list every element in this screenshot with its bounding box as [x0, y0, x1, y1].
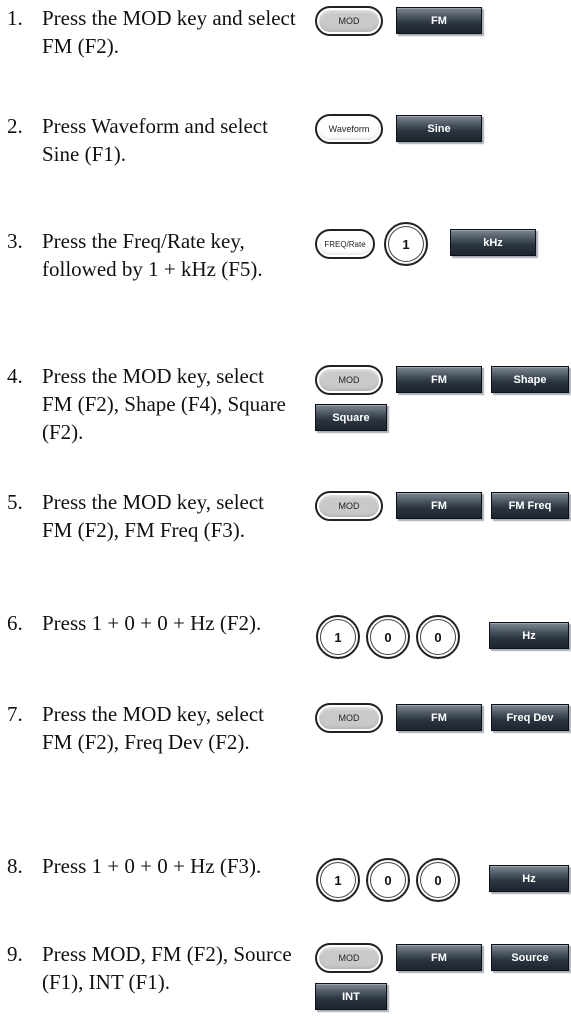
step-text: Press MOD, FM (F2), Source (F1), INT (F1…	[42, 942, 292, 994]
step-number: 1.	[7, 6, 23, 30]
mod-key[interactable]: MOD	[315, 365, 383, 395]
step-number: 2.	[7, 114, 23, 138]
step-text: Press the MOD key and select FM (F2).	[42, 6, 296, 58]
step-number: 5.	[7, 490, 23, 514]
step-text: Press 1 + 0 + 0 + Hz (F3).	[42, 854, 262, 878]
fm-softkey[interactable]: FM	[396, 492, 482, 519]
digit-1-key[interactable]: 1	[316, 615, 360, 659]
digit-1-key[interactable]: 1	[384, 222, 428, 266]
mod-key[interactable]: MOD	[315, 703, 383, 733]
int-softkey[interactable]: INT	[315, 983, 387, 1010]
fm-freq-softkey[interactable]: FM Freq	[491, 492, 569, 519]
freq-dev-softkey[interactable]: Freq Dev	[491, 704, 569, 731]
step-number: 7.	[7, 702, 23, 726]
mod-key[interactable]: MOD	[315, 491, 383, 521]
square-softkey[interactable]: Square	[315, 404, 387, 431]
step-number: 9.	[7, 942, 23, 966]
step-number: 8.	[7, 854, 23, 878]
mod-key[interactable]: MOD	[315, 6, 383, 36]
fm-softkey[interactable]: FM	[396, 944, 482, 971]
step-text: Press 1 + 0 + 0 + Hz (F2).	[42, 611, 262, 635]
mod-key[interactable]: MOD	[315, 943, 383, 973]
digit-0-key[interactable]: 0	[416, 615, 460, 659]
step-text: Press the MOD key, select FM (F2), Shape…	[42, 364, 286, 444]
digit-0-key[interactable]: 0	[366, 615, 410, 659]
fm-softkey[interactable]: FM	[396, 704, 482, 731]
digit-0-key[interactable]: 0	[366, 858, 410, 902]
waveform-key[interactable]: Waveform	[315, 114, 383, 144]
sine-softkey[interactable]: Sine	[396, 115, 482, 142]
freq-rate-key[interactable]: FREQ/Rate	[315, 229, 375, 259]
step-number: 6.	[7, 611, 23, 635]
fm-softkey[interactable]: FM	[396, 7, 482, 34]
step-text: Press the Freq/Rate key, followed by 1 +…	[42, 229, 263, 281]
step-number: 3.	[7, 229, 23, 253]
source-softkey[interactable]: Source	[491, 944, 569, 971]
step-text: Press the MOD key, select FM (F2), Freq …	[42, 702, 265, 754]
digit-1-key[interactable]: 1	[316, 858, 360, 902]
fm-softkey[interactable]: FM	[396, 366, 482, 393]
shape-softkey[interactable]: Shape	[491, 366, 569, 393]
step-text: Press Waveform and select Sine (F1).	[42, 114, 268, 166]
hz-softkey[interactable]: Hz	[489, 865, 569, 892]
khz-softkey[interactable]: kHz	[450, 229, 536, 256]
step-number: 4.	[7, 364, 23, 388]
hz-softkey[interactable]: Hz	[489, 622, 569, 649]
digit-0-key[interactable]: 0	[416, 858, 460, 902]
step-text: Press the MOD key, select FM (F2), FM Fr…	[42, 490, 265, 542]
